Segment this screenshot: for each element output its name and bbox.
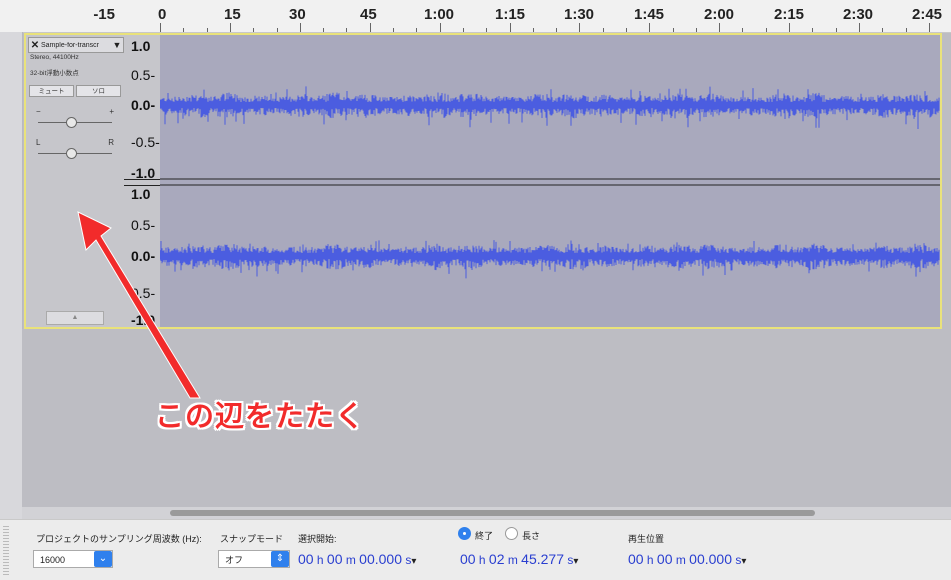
- annotation-text: この辺をたたく: [155, 399, 366, 433]
- annotation-arrow: [77, 211, 201, 399]
